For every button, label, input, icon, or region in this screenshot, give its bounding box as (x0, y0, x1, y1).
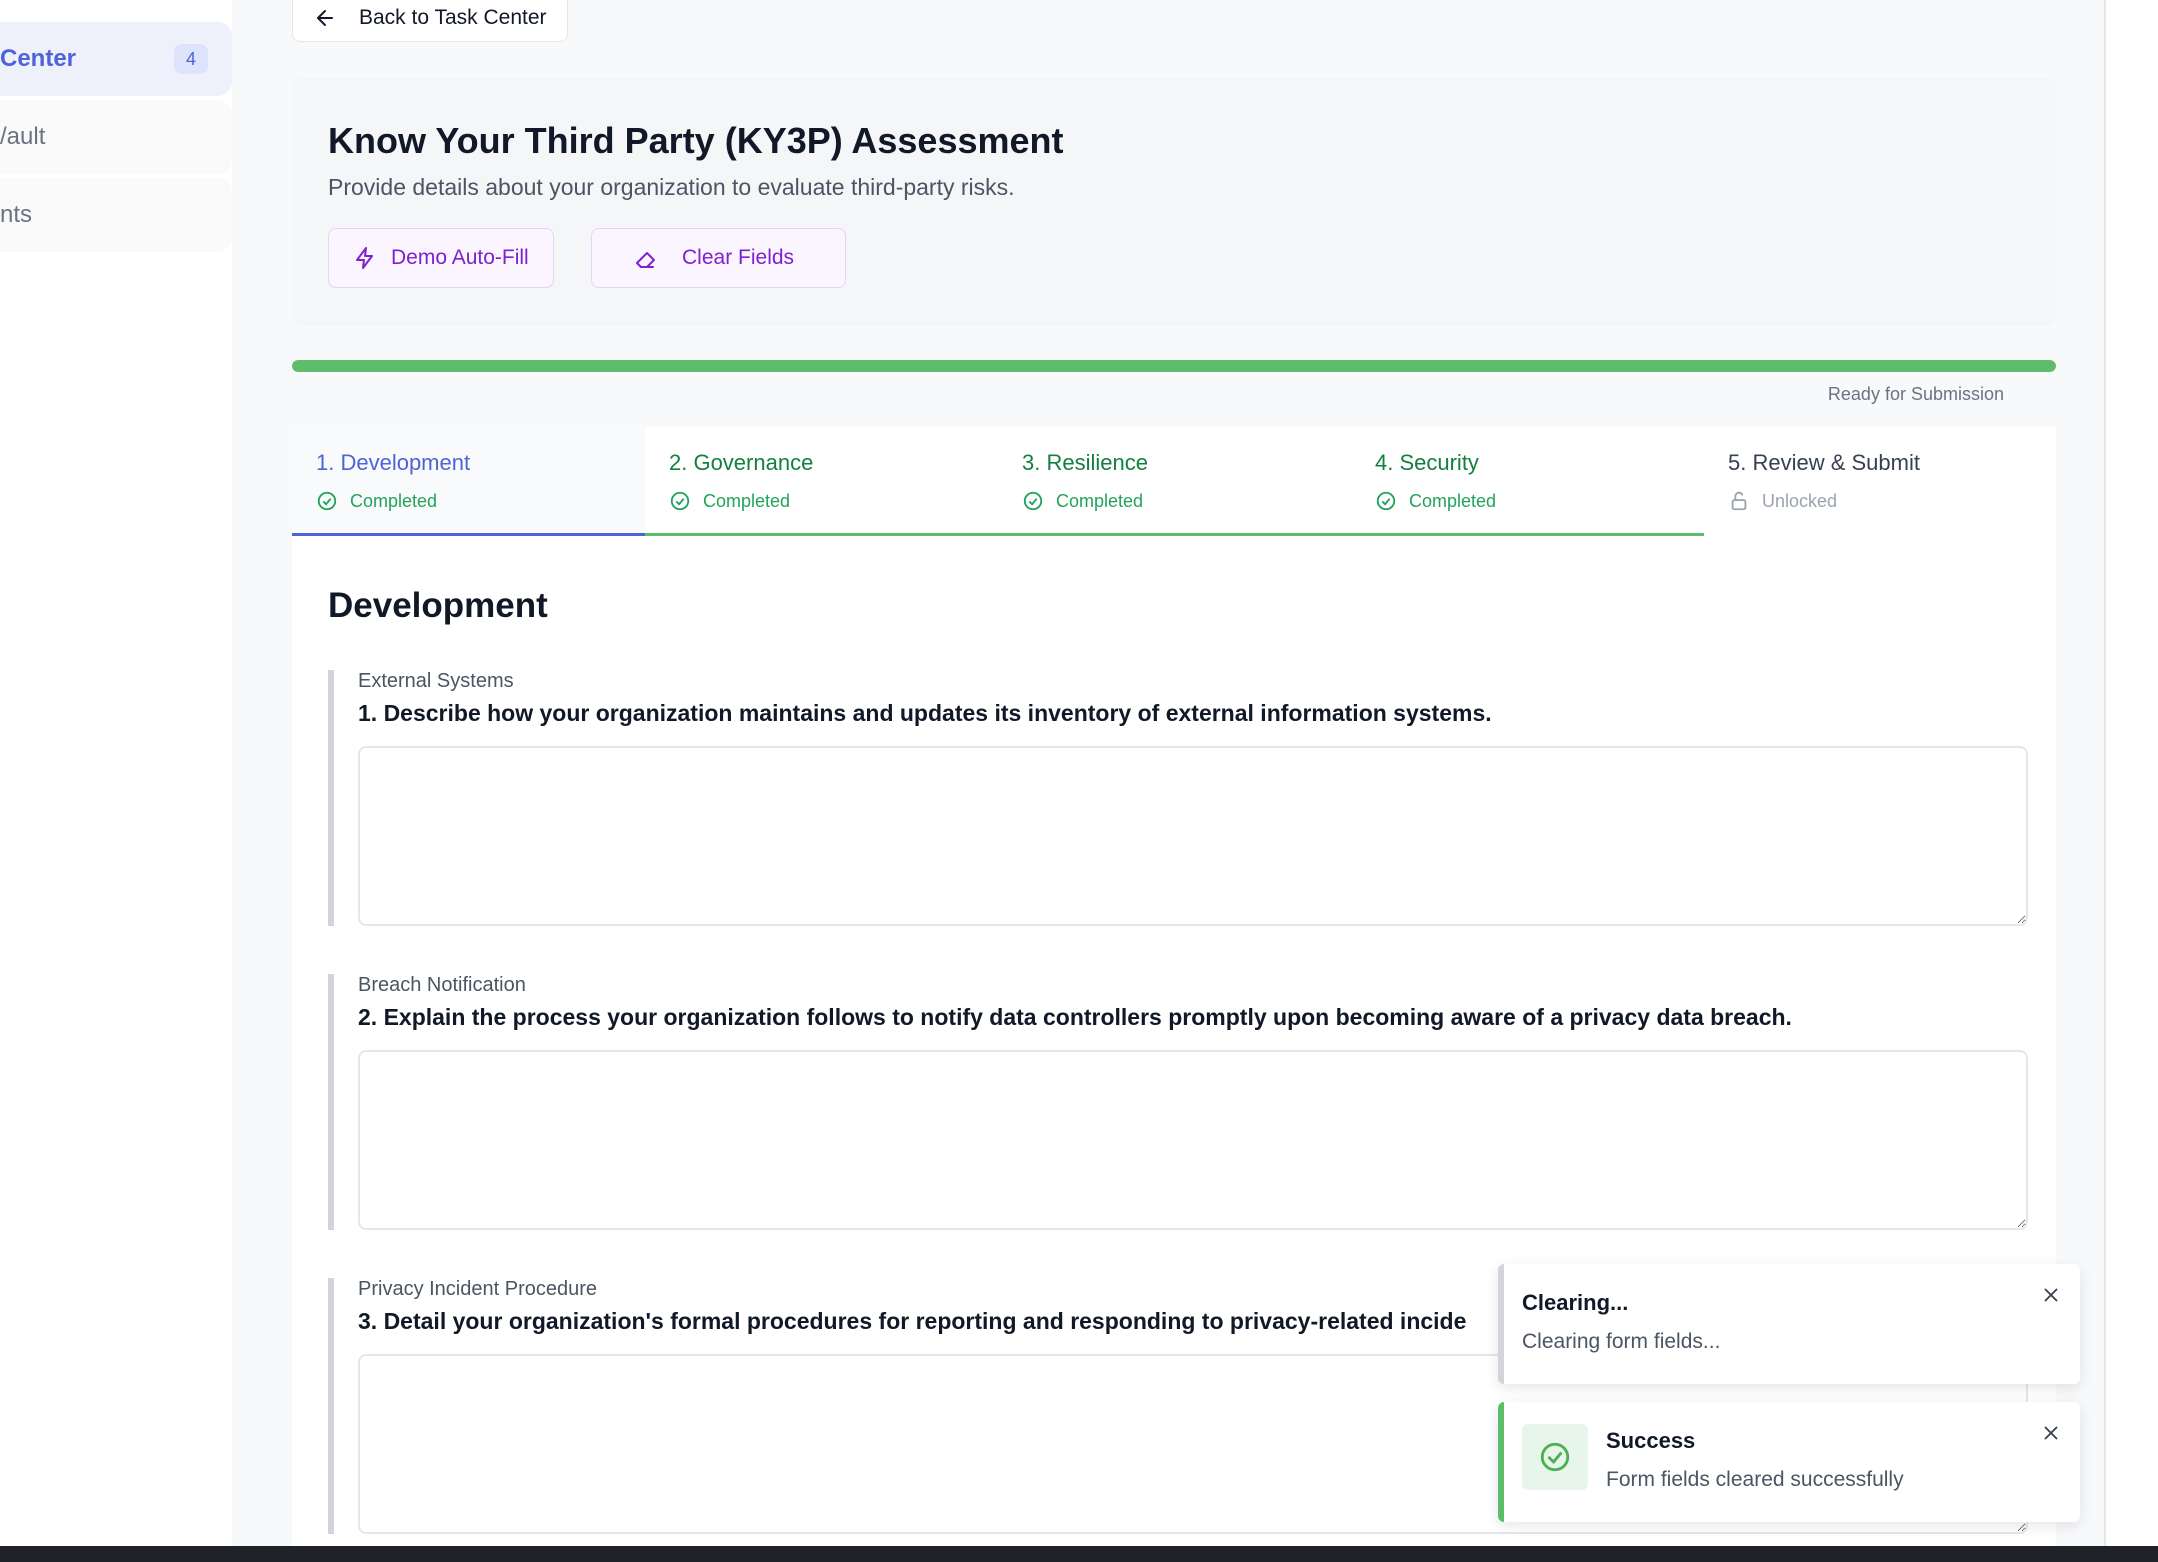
question-text: 1. Describe how your organization mainta… (358, 700, 1492, 726)
page-title: Know Your Third Party (KY3P) Assessment (328, 120, 1064, 161)
tab-status-label: Completed (350, 490, 438, 511)
progress-bar (292, 360, 2056, 372)
tab-label: 3. Resilience (1022, 450, 1148, 475)
tab-security[interactable]: 4. Security Completed (1351, 426, 1704, 536)
bottom-dock-bar (0, 1546, 2158, 1562)
toast-message: Form fields cleared successfully (1606, 1468, 1904, 1491)
form-section: Development External Systems 1. Describe… (292, 536, 2056, 1546)
tab-development[interactable]: 1. Development Completed (292, 426, 645, 536)
question-category: Privacy Incident Procedure (358, 1278, 598, 1300)
demo-autofill-button[interactable]: Demo Auto-Fill (328, 228, 554, 288)
tab-status-label: Unlocked (1762, 490, 1838, 511)
tab-label: 5. Review & Submit (1728, 450, 1920, 475)
clear-fields-label: Clear Fields (682, 246, 795, 269)
section-tabs: 1. Development Completed 2. Governance C… (292, 426, 2056, 536)
check-circle-icon (317, 491, 337, 511)
toast-message: Clearing form fields... (1522, 1330, 1721, 1353)
tab-status: Completed (316, 490, 645, 512)
clearing-toast: Clearing... Clearing form fields... (1498, 1264, 2080, 1384)
page-subtitle: Provide details about your organization … (328, 174, 1015, 200)
sidebar-item-vault[interactable]: /ault (0, 100, 232, 174)
tab-status-label: Completed (703, 490, 791, 511)
toast-title: Clearing... (1522, 1290, 1629, 1315)
check-circle-icon (1376, 491, 1396, 511)
answer-textarea[interactable] (358, 1050, 2028, 1230)
tab-status: Completed (669, 490, 998, 512)
tab-review-submit[interactable]: 5. Review & Submit Unlocked (1704, 426, 2057, 536)
close-icon[interactable] (2040, 1422, 2062, 1444)
close-icon[interactable] (2040, 1284, 2062, 1306)
tab-status: Unlocked (1728, 490, 2057, 512)
sidebar: Center 4 /ault nts (0, 0, 232, 1546)
sidebar-item-label: nts (0, 201, 33, 228)
question-text: 2. Explain the process your organization… (358, 1004, 1792, 1030)
lightning-icon (356, 247, 373, 269)
check-circle-icon (670, 491, 690, 511)
demo-autofill-label: Demo Auto-Fill (391, 246, 529, 269)
tab-label: 4. Security (1375, 450, 1479, 475)
question-category: Breach Notification (358, 974, 526, 996)
clear-fields-button[interactable]: Clear Fields (591, 228, 846, 288)
back-to-task-center-button[interactable]: Back to Task Center (292, 0, 568, 42)
tab-status-label: Completed (1409, 490, 1497, 511)
question-block: External Systems 1. Describe how your or… (328, 670, 2028, 926)
task-count-badge: 4 (174, 44, 208, 74)
question-block: Breach Notification 2. Explain the proce… (328, 974, 2028, 1230)
tab-status-label: Completed (1056, 490, 1144, 511)
assessment-header: Know Your Third Party (KY3P) Assessment … (292, 78, 2056, 326)
sidebar-item-label: /ault (0, 123, 46, 150)
tab-governance[interactable]: 2. Governance Completed (645, 426, 998, 536)
progress-status: Ready for Submission (1827, 384, 2004, 404)
tab-status: Completed (1375, 490, 1704, 512)
progress-fill (292, 360, 2056, 372)
unlock-icon (1731, 491, 1747, 511)
question-text: 3. Detail your organization's formal pro… (358, 1308, 1467, 1334)
sidebar-item-label: Center (0, 45, 77, 72)
back-button-label: Back to Task Center (359, 6, 547, 29)
question-category: External Systems (358, 670, 514, 692)
check-circle-icon (1540, 1442, 1570, 1472)
answer-textarea[interactable] (358, 746, 2028, 926)
tab-resilience[interactable]: 3. Resilience Completed (998, 426, 1351, 536)
tab-label: 2. Governance (669, 450, 814, 475)
sidebar-item-documents[interactable]: nts (0, 178, 232, 252)
right-edge-panel (2104, 0, 2158, 1546)
eraser-icon (636, 252, 655, 268)
arrow-left-icon (317, 10, 333, 26)
success-icon-box (1522, 1424, 1588, 1490)
section-title: Development (328, 586, 548, 625)
sidebar-item-task-center[interactable]: Center 4 (0, 22, 232, 96)
check-circle-icon (1023, 491, 1043, 511)
success-toast: Success Form fields cleared successfully (1498, 1402, 2080, 1522)
toast-title: Success (1606, 1428, 1696, 1453)
tab-status: Completed (1022, 490, 1351, 512)
tab-label: 1. Development (316, 450, 471, 475)
